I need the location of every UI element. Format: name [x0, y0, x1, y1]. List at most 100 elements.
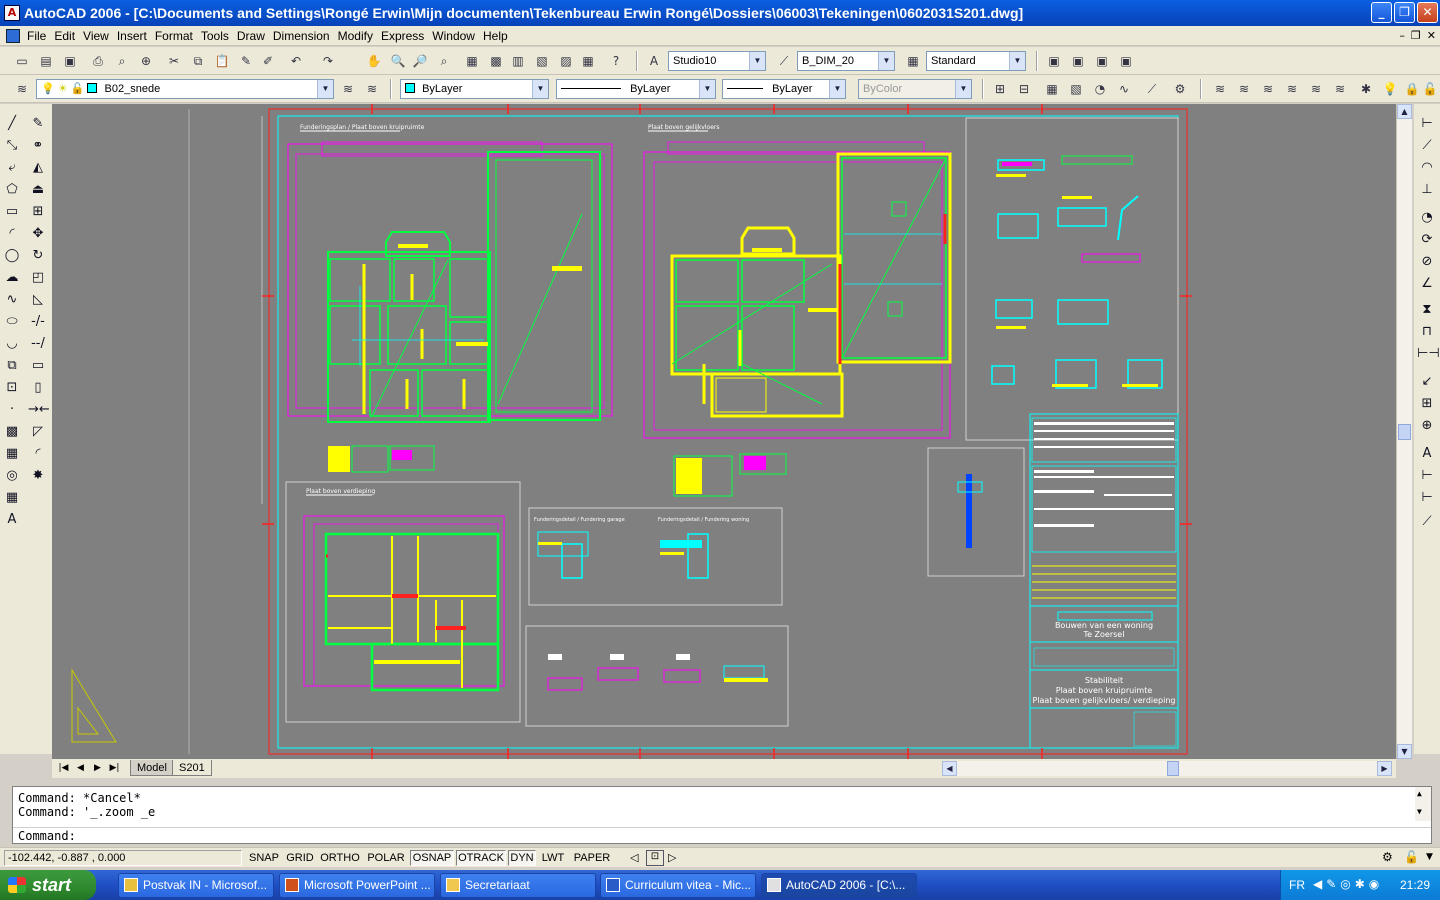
menu-edit[interactable]: Edit: [53, 29, 82, 43]
express-text-icon[interactable]: ▧: [1066, 79, 1086, 99]
first-tab-icon[interactable]: |◀: [56, 761, 71, 776]
copy-icon[interactable]: ⧉: [188, 51, 208, 71]
task-powerpoint[interactable]: Microsoft PowerPoint ...: [279, 873, 435, 898]
design-center-icon[interactable]: ▩: [486, 51, 506, 71]
color-select[interactable]: ByLayer ▼: [400, 79, 549, 99]
region-icon[interactable]: ◎: [2, 466, 22, 486]
point-icon[interactable]: ·: [2, 400, 22, 420]
quick-leader-icon[interactable]: ↙: [1417, 372, 1437, 392]
redo-icon[interactable]: ↷: [318, 51, 338, 71]
command-window[interactable]: Command: *Cancel* Command: '_.zoom _e ▲ …: [12, 786, 1432, 844]
circle-icon[interactable]: ◯: [2, 246, 22, 266]
quick-dimension-icon[interactable]: ⧗: [1417, 300, 1437, 320]
extend-icon[interactable]: --/: [28, 334, 48, 354]
doc-minimize-icon[interactable]: –: [1399, 29, 1405, 42]
baseline-dimension-icon[interactable]: ⊓: [1417, 322, 1437, 342]
scroll-up-icon[interactable]: ▲: [1417, 789, 1422, 798]
help-icon[interactable]: ?: [606, 51, 626, 71]
erase-icon[interactable]: ✎: [28, 114, 48, 134]
vertical-scroll-thumb[interactable]: [1398, 424, 1411, 440]
autocad-app-icon[interactable]: A: [4, 5, 20, 21]
properties-icon[interactable]: ▦: [462, 51, 482, 71]
express-layer-walk-icon[interactable]: ⊟: [1014, 79, 1034, 99]
scroll-down-icon[interactable]: ▼: [1417, 807, 1422, 816]
center-mark-icon[interactable]: ⊕: [1417, 416, 1437, 436]
sheet-set-icon[interactable]: ▧: [532, 51, 552, 71]
layer-off-icon[interactable]: 💡: [1380, 79, 1400, 99]
layer-tool-6-icon[interactable]: ≋: [1330, 79, 1350, 99]
status-menu-icon[interactable]: ▼: [1426, 852, 1433, 862]
plot-icon[interactable]: ⎙: [88, 51, 108, 71]
text-style-icon[interactable]: A: [644, 51, 664, 71]
next-tab-icon[interactable]: ▶: [90, 761, 105, 776]
grid-toggle[interactable]: GRID: [284, 850, 316, 866]
polar-toggle[interactable]: POLAR: [364, 850, 408, 866]
menu-view[interactable]: View: [82, 29, 116, 43]
viewport-scroll-left-icon[interactable]: ◁: [630, 851, 638, 864]
mirror-icon[interactable]: ◭: [28, 158, 48, 178]
tab-model[interactable]: Model: [130, 760, 174, 776]
dim-style-select[interactable]: B_DIM_20 ▼: [797, 51, 895, 71]
menu-window[interactable]: Window: [431, 29, 482, 43]
express-dim-icon[interactable]: ⟋: [1142, 79, 1162, 99]
task-word[interactable]: Curriculum vitea - Mic...: [600, 873, 756, 898]
paper-toggle[interactable]: PAPER: [570, 850, 614, 866]
layer-select[interactable]: 💡 ☀ 🔓 B02_snede ▼: [36, 79, 334, 99]
arc-icon[interactable]: ◜: [2, 224, 22, 244]
tool-palettes-icon[interactable]: ▥: [508, 51, 528, 71]
express-tools-icon[interactable]: ⚙: [1170, 79, 1190, 99]
zoom-realtime-icon[interactable]: 🔍: [388, 51, 408, 71]
polygon-icon[interactable]: ⬠: [2, 180, 22, 200]
markup-icon[interactable]: ▨: [556, 51, 576, 71]
zoom-previous-icon[interactable]: ⌕: [434, 51, 454, 71]
match-properties-icon[interactable]: ✎: [236, 51, 256, 71]
previous-tab-icon[interactable]: ◀: [73, 761, 88, 776]
table-style-select[interactable]: Standard ▼: [926, 51, 1026, 71]
scroll-right-icon[interactable]: ▶: [1377, 761, 1392, 776]
ellipse-icon[interactable]: ⬭: [2, 312, 22, 332]
clock[interactable]: 21:29: [1400, 878, 1430, 892]
language-indicator[interactable]: FR: [1289, 878, 1305, 892]
rectangle-icon[interactable]: ▭: [2, 202, 22, 222]
document-icon[interactable]: [6, 28, 20, 43]
chamfer-icon[interactable]: ◸: [28, 422, 48, 442]
multiline-text-icon[interactable]: A: [2, 510, 22, 530]
copy-object-icon[interactable]: ⚭: [28, 136, 48, 156]
linear-dimension-icon[interactable]: ⊢: [1417, 114, 1437, 134]
task-secretariaat[interactable]: Secretariaat: [440, 873, 596, 898]
open-file-icon[interactable]: ▤: [36, 51, 56, 71]
hatch-icon[interactable]: ▩: [2, 422, 22, 442]
save-icon[interactable]: ▣: [60, 51, 80, 71]
revision-cloud-icon[interactable]: ☁: [2, 268, 22, 288]
close-button[interactable]: ✕: [1417, 2, 1438, 23]
viewport-scroll-right-icon[interactable]: ▷: [668, 851, 676, 864]
command-input[interactable]: Command:: [13, 827, 1431, 843]
layer-tool-5-icon[interactable]: ≋: [1306, 79, 1326, 99]
make-block-icon[interactable]: ⊡: [2, 378, 22, 398]
express-draw-icon[interactable]: ∿: [1114, 79, 1134, 99]
dimension-edit-icon[interactable]: A: [1417, 444, 1437, 464]
doc-restore-icon[interactable]: ❐: [1411, 29, 1421, 42]
undo-icon[interactable]: ↶: [286, 51, 306, 71]
start-button[interactable]: start: [0, 870, 96, 900]
clip-viewport-icon[interactable]: ▣: [1116, 51, 1136, 71]
fillet-icon[interactable]: ◜: [28, 444, 48, 464]
layer-tool-1-icon[interactable]: ≋: [1210, 79, 1230, 99]
polyline-icon[interactable]: ⤶: [2, 158, 22, 178]
linetype-select[interactable]: ByLayer ▼: [556, 79, 716, 99]
menu-help[interactable]: Help: [482, 29, 515, 43]
layer-manager-icon[interactable]: ≋: [12, 79, 32, 99]
angular-dimension-icon[interactable]: ∠: [1417, 274, 1437, 294]
array-icon[interactable]: ⊞: [28, 202, 48, 222]
break-at-point-icon[interactable]: ▭: [28, 356, 48, 376]
join-icon[interactable]: →←: [28, 400, 50, 420]
horizontal-scroll-thumb[interactable]: [1167, 761, 1179, 776]
express-block-icon[interactable]: ▦: [1042, 79, 1062, 99]
block-editor-icon[interactable]: ✐: [258, 51, 278, 71]
insert-block-icon[interactable]: ⧉: [2, 356, 22, 376]
pan-icon[interactable]: ✋: [364, 51, 384, 71]
calculator-icon[interactable]: ▦: [578, 51, 598, 71]
text-style-select[interactable]: Studio10 ▼: [668, 51, 766, 71]
menu-file[interactable]: File: [26, 29, 53, 43]
otrack-toggle[interactable]: OTRACK: [456, 850, 506, 866]
